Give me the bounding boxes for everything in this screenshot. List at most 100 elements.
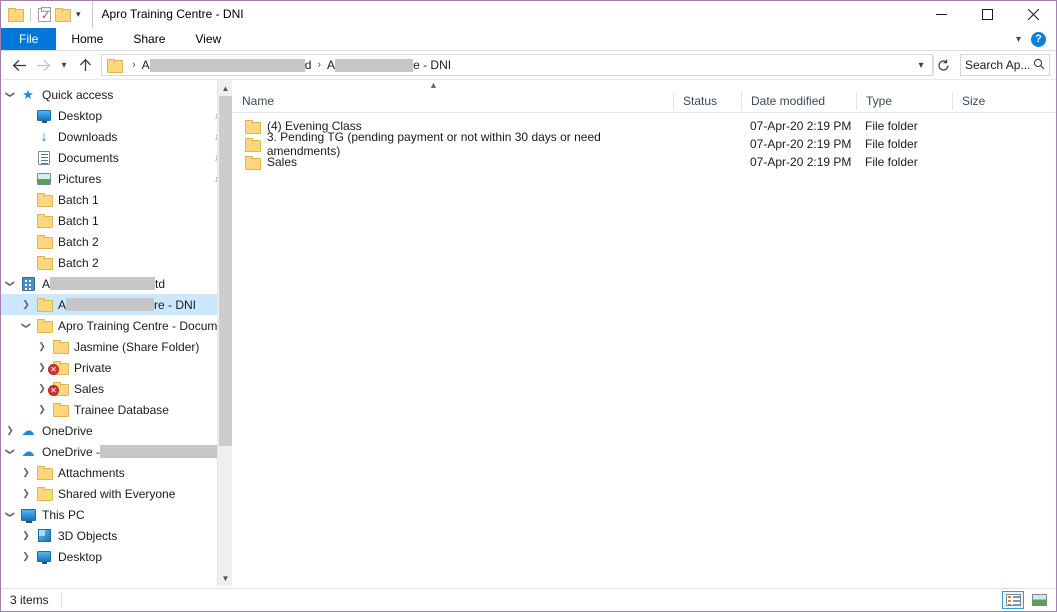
chevron-down-icon[interactable]: ❯ <box>5 506 16 524</box>
back-button[interactable] <box>7 53 31 77</box>
chevron-down-icon[interactable]: ❯ <box>5 443 16 461</box>
nav-item-batch-1[interactable]: Batch 1 <box>1 189 232 210</box>
new-folder-icon[interactable] <box>55 8 71 22</box>
up-button[interactable] <box>73 53 97 77</box>
nav-item-apro-training-centre-documents[interactable]: ❯ Apro Training Centre - Documents <box>1 315 232 336</box>
column-header-date[interactable]: Date modified <box>741 92 856 110</box>
nav-item-batch-1[interactable]: Batch 1 <box>1 210 232 231</box>
column-header-type[interactable]: Type <box>856 92 952 110</box>
forward-button[interactable] <box>31 53 55 77</box>
nav-item-quick-access[interactable]: ❯ ★ Quick access <box>1 84 232 105</box>
scrollbar-thumb[interactable] <box>219 96 232 446</box>
table-row[interactable]: Sales 07-Apr-20 2:19 PM File folder <box>233 153 1056 171</box>
nav-item-documents[interactable]: Documents <box>1 147 232 168</box>
navigation-tree: ❯ ★ Quick access Desktop ↓ Downloads Documents… <box>1 80 232 567</box>
chevron-right-icon[interactable]: ❯ <box>17 467 35 478</box>
scroll-up-icon[interactable]: ▲ <box>218 80 232 96</box>
details-view-button[interactable] <box>1002 591 1024 609</box>
breadcrumb-item-2-prefix[interactable]: A <box>327 58 335 72</box>
nav-item-label: A <box>42 276 51 291</box>
nav-item-pictures[interactable]: Pictures <box>1 168 232 189</box>
search-icon[interactable] <box>1033 58 1045 73</box>
nav-item-onedrive[interactable]: ❯ ☁ OneDrive - <box>1 441 232 462</box>
nav-item-downloads[interactable]: ↓ Downloads <box>1 126 232 147</box>
nav-item-jasmine-share-folder[interactable]: ❯ Jasmine (Share Folder) <box>1 336 232 357</box>
documents-icon-wrap <box>35 150 53 165</box>
properties-icon[interactable]: ✓ <box>38 6 51 22</box>
tab-home[interactable]: Home <box>56 28 118 50</box>
breadcrumb-item-2-suffix[interactable]: e - DNI <box>413 58 451 72</box>
chevron-down-icon[interactable]: ❯ <box>5 275 16 293</box>
desktop-icon <box>37 551 51 564</box>
nav-item-this-pc[interactable]: ❯ This PC <box>1 504 232 525</box>
nav-item-shared-with-everyone[interactable]: ❯ Shared with Everyone <box>1 483 232 504</box>
minimize-button[interactable] <box>918 1 964 28</box>
breadcrumb-item-1-prefix[interactable]: A <box>142 58 150 72</box>
nav-item-sales[interactable]: ❯ ✕ Sales <box>1 378 232 399</box>
chevron-right-icon[interactable]: ❯ <box>33 404 51 415</box>
chevron-right-icon[interactable]: ❯ <box>1 425 19 436</box>
column-header-status[interactable]: Status <box>673 92 741 110</box>
collapse-ribbon-icon[interactable]: ▾ <box>1016 34 1021 45</box>
chevron-right-icon[interactable]: ❯ <box>17 488 35 499</box>
breadcrumb-separator-2: › <box>317 59 322 71</box>
close-button[interactable] <box>1010 1 1056 28</box>
chevron-right-icon[interactable]: ❯ <box>17 299 35 310</box>
customize-toolbar-caret-icon[interactable]: ▾ <box>74 9 83 20</box>
tab-share[interactable]: Share <box>118 28 180 50</box>
nav-item-desktop[interactable]: Desktop <box>1 105 232 126</box>
status-bar: 3 items <box>1 588 1056 611</box>
nav-item-attachments[interactable]: ❯ Attachments <box>1 462 232 483</box>
breadcrumb-item-1-suffix[interactable]: d <box>305 58 312 72</box>
large-icons-view-button[interactable] <box>1028 591 1050 609</box>
cell-date: 07-Apr-20 2:19 PM <box>750 155 852 169</box>
nav-item-label: OneDrive <box>42 423 93 438</box>
help-icon[interactable]: ? <box>1031 32 1046 47</box>
folder-icon <box>36 193 53 207</box>
folder-icon[interactable] <box>8 8 24 22</box>
chevron-down-icon[interactable]: ❯ <box>5 86 16 104</box>
tab-file[interactable]: File <box>1 28 57 50</box>
nav-item-trainee-database[interactable]: ❯ Trainee Database <box>1 399 232 420</box>
column-header-size[interactable]: Size <box>952 92 1032 110</box>
chevron-right-icon[interactable]: ❯ <box>17 551 35 562</box>
nav-item-3d-objects[interactable]: ❯ 3D Objects <box>1 525 232 546</box>
recent-locations-button[interactable]: ▾ <box>55 53 73 77</box>
chevron-down-icon[interactable]: ❯ <box>21 317 32 335</box>
nav-item-batch-2[interactable]: Batch 2 <box>1 231 232 252</box>
chevron-right-icon[interactable]: ❯ <box>17 530 35 541</box>
cell-name[interactable]: 3. Pending TG (pending payment or not wi… <box>233 130 673 158</box>
breadcrumb-separator: › <box>132 59 136 71</box>
breadcrumb-item-2-redaction <box>335 58 414 72</box>
nav-item-a[interactable]: ❯ Are - DNI <box>1 294 232 315</box>
folder-icon-wrap <box>35 256 53 270</box>
column-header-name[interactable]: Name <box>233 92 673 110</box>
nav-item-label: Batch 1 <box>58 213 99 228</box>
scroll-down-icon[interactable]: ▼ <box>218 570 232 586</box>
search-input[interactable]: Search Ap... <box>965 58 1033 72</box>
nav-item-label: Attachments <box>58 465 125 480</box>
nav-item-a[interactable]: ❯ Atd <box>1 273 232 294</box>
large-icons-view-icon <box>1031 594 1047 606</box>
address-dropdown-icon[interactable]: ▾ <box>912 60 930 71</box>
folder-icon <box>52 403 69 417</box>
nav-item-label: 3D Objects <box>58 528 118 543</box>
cell-name[interactable]: Sales <box>233 155 673 170</box>
nav-item-desktop[interactable]: ❯ Desktop <box>1 546 232 567</box>
tab-view[interactable]: View <box>180 28 236 50</box>
sharepoint-icon <box>21 276 35 291</box>
nav-item-onedrive[interactable]: ❯ ☁ OneDrive <box>1 420 232 441</box>
chevron-right-icon[interactable]: ❯ <box>33 341 51 352</box>
table-row[interactable]: 3. Pending TG (pending payment or not wi… <box>233 130 1056 158</box>
navigation-scrollbar[interactable]: ▲ ▼ <box>217 80 232 586</box>
item-count-label: 3 items <box>10 593 49 607</box>
breadcrumb-item-1-redaction <box>149 58 305 72</box>
nav-item-batch-2[interactable]: Batch 2 <box>1 252 232 273</box>
refresh-button[interactable] <box>933 55 953 75</box>
maximize-button[interactable] <box>964 1 1010 28</box>
redaction-bar <box>66 298 155 311</box>
downloads-icon: ↓ <box>40 128 48 145</box>
nav-item-private[interactable]: ❯ ✕ Private <box>1 357 232 378</box>
breadcrumb-bar[interactable]: › A d › A e - DNI ▾ <box>101 54 933 76</box>
search-box[interactable]: Search Ap... <box>960 54 1050 76</box>
